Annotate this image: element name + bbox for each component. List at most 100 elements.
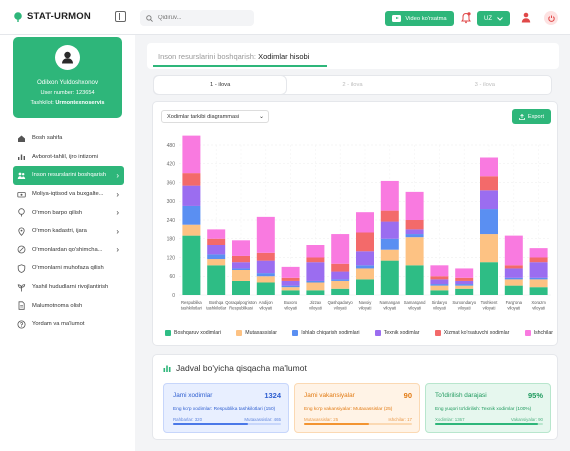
search-bar[interactable] [140, 10, 254, 26]
bar-segment [306, 245, 325, 258]
sidebar-item-8[interactable]: O'rmonlarni muhofaza qilish [13, 259, 124, 278]
bar-segment [356, 268, 374, 280]
bar-segment [356, 251, 374, 266]
logout-icon[interactable] [544, 11, 558, 25]
bar-chart-icon [163, 365, 171, 372]
card-detail: Eng ko'p vakansiyalar: Mutaxassislar (25… [304, 407, 393, 412]
card-left-stat: Mutaxassislar: 25 [304, 417, 339, 422]
chevron-down-icon [497, 16, 503, 21]
profile-organization: Tashkilot: Urmontexnoservis [30, 100, 105, 106]
bar-segment [207, 229, 226, 239]
card-value: 95% [527, 391, 543, 400]
x-tick-label: viloyati [334, 306, 347, 311]
bar-segment [380, 238, 399, 250]
bar-segment [504, 279, 523, 286]
bar-segment [281, 285, 300, 288]
legend-item[interactable]: Xizmat ko'rsatuvchi xodimlar [434, 330, 509, 336]
legend-swatch [236, 330, 243, 336]
chart-card: 0 60 120 180 240 300 360 420 480 Respublika tashki… [152, 101, 558, 346]
avatar[interactable] [55, 45, 80, 70]
export-icon [519, 113, 525, 120]
bar-segment [182, 224, 201, 236]
legend-item[interactable]: Boshqaruv xodimlari [165, 330, 221, 336]
x-tick-label: Samarqand [404, 300, 426, 305]
chevron-right-icon: › [116, 208, 119, 218]
bar-segment [281, 280, 300, 286]
bar-segment [380, 260, 399, 295]
bar-segment [405, 191, 424, 220]
export-button[interactable]: Export [512, 109, 551, 124]
sidebar-item-4[interactable]: Moliya-iqtisod va buxgalte... › [13, 185, 124, 204]
sidebar-item-label: Bosh sahifa [32, 135, 63, 142]
document-icon [18, 301, 25, 310]
sidebar-item-7[interactable]: O'rmonlardan qo'shimcha... › [13, 241, 124, 260]
bar-segment [405, 229, 424, 235]
chart-legend: Boshqaruv xodimlari Mutaxassislar Ishlab c… [165, 330, 553, 336]
bar-segment [207, 238, 226, 245]
vacancies-card: Jami vakansiyalar 90 Eng ko'p vakansiyalar… [294, 383, 420, 433]
legend-item[interactable]: Ishchilar [524, 330, 553, 336]
chart-type-label: Xodimlar tarkibi diagrammasi [167, 113, 240, 120]
x-tick-label: Boshqa [209, 300, 224, 305]
legend-item[interactable]: Mutaxassislar [236, 330, 277, 336]
sidebar-item-label: Moliya-iqtisod va buxgalte... [32, 191, 104, 198]
bar-segment [232, 262, 250, 269]
app-logo[interactable]: STAT-URMON [13, 11, 91, 22]
fill-rate-card: To'ldirilish darajasi 95% Eng yuqori to'ld… [425, 383, 551, 433]
bar-segment [380, 249, 399, 261]
tab-ilova-3[interactable]: 3 - ilova [419, 76, 551, 94]
sidebar-item-11[interactable]: Yordam va ma'lumot [13, 315, 124, 334]
user-profile-icon[interactable] [521, 12, 531, 23]
x-tick-label: viloyati [383, 306, 396, 311]
x-tick-label: Navoiy [359, 300, 373, 305]
bar-segment [380, 180, 399, 211]
legend-swatch [292, 330, 299, 336]
search-input[interactable] [158, 15, 248, 21]
card-left-stat: Xodimlar: 1367 [435, 417, 465, 422]
tab-ilova-2[interactable]: 2 - ilova [286, 76, 418, 94]
x-tick-label: viloyati [458, 306, 471, 311]
tab-ilova-1[interactable]: 1 - ilova [154, 76, 287, 94]
bar-segment [331, 279, 350, 281]
sidebar-item-5[interactable]: O'rmon barpo qilish › [13, 203, 124, 222]
bar-segment [405, 265, 424, 295]
chevron-right-icon: › [116, 189, 119, 199]
x-tick-label: Jizzax [310, 300, 323, 305]
sidebar-item-9[interactable]: Yashil hududlarni rivojlantirish [13, 278, 124, 297]
video-guide-label: Video ko'rsatma [405, 15, 447, 22]
sidebar-item-6[interactable]: O'rmon kadastri, ijara › [13, 222, 124, 241]
sidebar-item-2[interactable]: Avborot-tahlil, ijro intizomi [13, 148, 124, 167]
bar-segment [182, 185, 201, 206]
bar-segment [356, 279, 374, 295]
sidebar-toggle-icon[interactable] [115, 11, 126, 22]
x-tick-label: Qoraqalpog'iston [225, 300, 257, 305]
sidebar-item-3[interactable]: Inson resurslarini boshqarish › [13, 166, 124, 185]
stacked-bar-chart: 060120180240300360420480Respublikatashki… [167, 135, 551, 311]
bar-segment [356, 265, 374, 269]
legend-item[interactable]: Texnik xodimlar [374, 330, 420, 336]
bar-segment [306, 257, 325, 263]
bar-segment [504, 268, 523, 278]
video-guide-button[interactable]: Video ko'rsatma [385, 11, 454, 26]
card-left-stat: Rahbarlar: 320 [173, 417, 203, 422]
chart-type-select[interactable]: Xodimlar tarkibi diagrammasi ⌄ [161, 110, 269, 123]
bar-segment [480, 176, 498, 191]
bar-segment [480, 262, 498, 295]
x-tick-label: Sirdaryo [432, 300, 448, 305]
profile-user-number: User number: 123654 [40, 90, 95, 96]
notification-bell-icon[interactable] [461, 12, 471, 24]
legend-swatch [165, 330, 171, 336]
sidebar-item-label: Avborot-tahlil, ijro intizomi [32, 153, 98, 160]
sidebar-item-1[interactable]: Bosh sahifa [13, 129, 124, 148]
x-tick-label: Respublikasi [229, 306, 253, 311]
language-select[interactable]: UZ [477, 11, 510, 26]
legend-label: Ishlab chiqarish xodimlari [301, 330, 360, 336]
top-bar: STAT-URMON Video ko'rsatma UZ [0, 0, 570, 35]
sidebar-item-10[interactable]: Malumotnoma olish [13, 296, 124, 315]
bar-segment [232, 280, 250, 295]
bar-segment [331, 288, 350, 295]
language-label: UZ [484, 15, 492, 22]
x-tick-label: viloyati [309, 306, 322, 311]
legend-item[interactable]: Ishlab chiqarish xodimlari [292, 330, 360, 336]
home-icon [18, 135, 25, 142]
